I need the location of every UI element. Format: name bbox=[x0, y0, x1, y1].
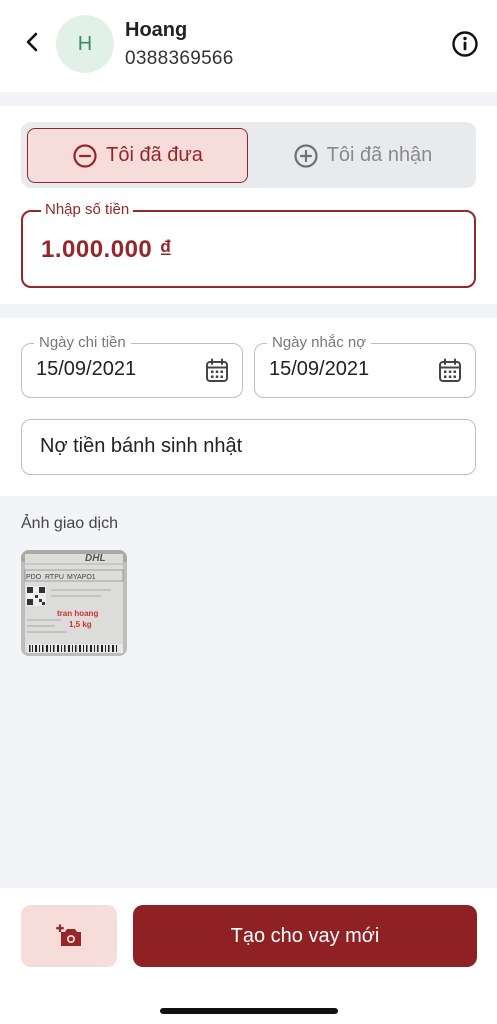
note-field[interactable]: Nợ tiền bánh sinh nhật bbox=[21, 419, 476, 475]
thumb-handwritten-weight: 1,5 kg bbox=[69, 620, 92, 629]
thumb-handwritten-name: tran hoang bbox=[57, 609, 98, 618]
remind-date-field[interactable]: Ngày nhắc nợ 15/09/2021 bbox=[254, 334, 476, 398]
remind-date-value: 15/09/2021 bbox=[269, 358, 370, 380]
avatar: H bbox=[56, 15, 114, 73]
back-chevron-icon[interactable] bbox=[18, 28, 46, 56]
amount-value: 1.000.000 ₫ bbox=[41, 236, 173, 263]
amount-input[interactable]: Nhập số tiền 1.000.000 ₫ bbox=[21, 201, 476, 288]
remind-date-label: Ngày nhắc nợ bbox=[267, 334, 372, 351]
tab-given-label: Tôi đã đưa bbox=[106, 144, 203, 166]
home-indicator bbox=[160, 1008, 338, 1014]
details-section: Ngày chi tiền 15/09/2021 Ngày nhắc nợ 15… bbox=[0, 318, 497, 496]
shipping-label-photo: DHL PDO RTPU MYAPO1 tran hoang 1,5 kg bbox=[21, 550, 127, 656]
footer: Tạo cho vay mới bbox=[0, 888, 497, 1024]
minus-circle-icon bbox=[73, 143, 97, 168]
info-icon[interactable] bbox=[450, 29, 480, 59]
contact-phone: 0388369566 bbox=[125, 48, 234, 69]
create-loan-button[interactable]: Tạo cho vay mới bbox=[133, 905, 477, 967]
tab-received-label: Tôi đã nhận bbox=[326, 144, 433, 166]
header: H Hoang 0388369566 bbox=[0, 0, 497, 92]
tab-received[interactable]: Tôi đã nhận bbox=[255, 128, 470, 183]
thumb-code-2: RTPU bbox=[45, 574, 64, 581]
spend-date-value: 15/09/2021 bbox=[36, 358, 137, 380]
thumb-code-1: PDO bbox=[26, 574, 42, 581]
tab-given[interactable]: Tôi đã đưa bbox=[27, 128, 248, 183]
transaction-type-toggle: Tôi đã đưa Tôi đã nhận bbox=[21, 122, 476, 188]
calendar-icon[interactable] bbox=[205, 358, 229, 384]
qr-code bbox=[26, 586, 46, 606]
calendar-icon[interactable] bbox=[438, 358, 462, 384]
transaction-photo-thumbnail[interactable]: DHL PDO RTPU MYAPO1 tran hoang 1,5 kg bbox=[21, 550, 127, 656]
thumb-brand: DHL bbox=[85, 553, 106, 564]
add-photo-icon bbox=[56, 924, 81, 946]
amount-section: Tôi đã đưa Tôi đã nhận Nhập số tiền 1.00… bbox=[0, 106, 497, 304]
add-photo-button[interactable] bbox=[21, 905, 117, 967]
note-value: Nợ tiền bánh sinh nhật bbox=[40, 435, 243, 457]
photos-label: Ảnh giao dịch bbox=[21, 515, 118, 532]
amount-label: Nhập số tiền bbox=[41, 201, 134, 218]
plus-circle-icon bbox=[294, 143, 318, 168]
spend-date-label: Ngày chi tiền bbox=[34, 334, 131, 351]
spend-date-field[interactable]: Ngày chi tiền 15/09/2021 bbox=[21, 334, 243, 398]
contact-name: Hoang bbox=[125, 19, 188, 41]
thumb-code-3: MYAPO1 bbox=[67, 574, 96, 581]
barcode bbox=[27, 644, 123, 653]
